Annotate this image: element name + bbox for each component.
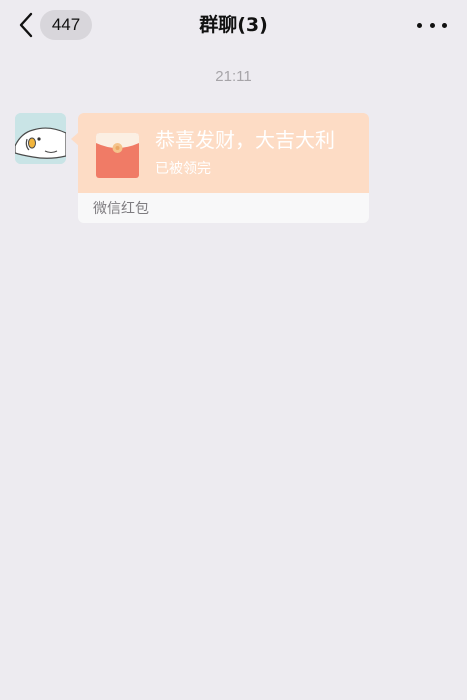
avatar[interactable] bbox=[15, 113, 66, 164]
red-packet-label: 微信红包 bbox=[93, 201, 149, 217]
message-timestamp: 21:11 bbox=[215, 68, 252, 85]
red-packet-top: 恭喜发财，大吉大利 已被领完 bbox=[78, 113, 369, 193]
red-envelope-icon bbox=[96, 133, 139, 178]
more-dots-icon bbox=[417, 22, 422, 28]
red-packet-footer: 微信红包 bbox=[78, 193, 369, 223]
navigation-bar: 447 群聊(3) bbox=[0, 0, 467, 50]
red-packet-status: 已被领完 bbox=[155, 161, 211, 177]
chat-title: 群聊(3) bbox=[199, 14, 268, 36]
duck-avatar-icon bbox=[15, 113, 66, 164]
red-packet-wish: 恭喜发财，大吉大利 bbox=[155, 128, 335, 152]
more-options-button[interactable] bbox=[417, 14, 447, 36]
red-packet-message[interactable]: 恭喜发财，大吉大利 已被领完 微信红包 bbox=[78, 113, 369, 223]
